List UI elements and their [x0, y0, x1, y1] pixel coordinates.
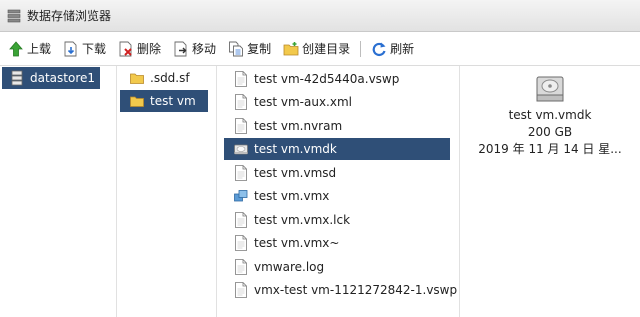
folder-column: .sdd.sf test vm: [117, 66, 217, 317]
folder-item[interactable]: test vm: [120, 90, 208, 112]
folder-icon: [130, 73, 144, 84]
detail-date: 2019 年 11 月 14 日 星...: [478, 142, 622, 156]
folder-label: test vm: [150, 94, 196, 108]
folder-label: .sdd.sf: [150, 71, 190, 85]
datastore-column: datastore1: [0, 66, 117, 317]
datastore-browser-icon: [7, 9, 21, 22]
file-icon: [235, 94, 247, 110]
file-item[interactable]: vmware.log: [224, 256, 450, 278]
detail-panel: test vm.vmdk 200 GB 2019 年 11 月 14 日 星..…: [460, 66, 640, 317]
file-label: test vm.vmx~: [254, 236, 340, 250]
file-icon: [235, 258, 247, 275]
file-label: vmware.log: [254, 259, 325, 274]
disk-icon: [234, 144, 248, 155]
file-item[interactable]: test vm-42d5440a.vswp: [224, 68, 450, 90]
file-item[interactable]: test vm-aux.xml: [224, 91, 450, 113]
file-icon: [235, 70, 247, 87]
file-item[interactable]: test vm.nvram: [224, 115, 450, 137]
title-bar: 数据存储浏览器: [0, 0, 640, 32]
datastore-icon: [11, 70, 23, 86]
file-label: vmx-test vm-1121272842-1.vswp: [254, 283, 458, 297]
disk-icon: [536, 76, 564, 102]
file-icon: [235, 211, 247, 228]
copy-button[interactable]: 复制: [228, 40, 271, 57]
delete-button[interactable]: 删除: [118, 40, 161, 57]
file-item[interactable]: vmx-test vm-1121272842-1.vswp: [224, 279, 457, 301]
toolbar: 上载 下载 删除 移动 复制 创建目录 刷新: [0, 32, 640, 66]
folder-icon: [130, 96, 144, 107]
file-label: test vm.vmdk: [254, 142, 337, 156]
datastore-item[interactable]: datastore1: [2, 67, 100, 89]
refresh-button[interactable]: 刷新: [371, 40, 414, 57]
file-icon: [235, 235, 247, 251]
datastore-label: datastore1: [30, 71, 96, 85]
file-label: test vm.vmx: [254, 189, 330, 203]
detail-name: test vm.vmdk: [508, 108, 592, 122]
file-icon: [235, 164, 247, 181]
copy-label: 复制: [247, 42, 272, 56]
create-directory-button[interactable]: 创建目录: [283, 40, 350, 57]
file-item[interactable]: test vm.vmx: [224, 185, 450, 207]
refresh-icon: [372, 42, 386, 56]
create-directory-label: 创建目录: [302, 42, 351, 56]
upload-button[interactable]: 上载: [8, 40, 51, 57]
file-item[interactable]: test vm.vmsd: [224, 162, 450, 184]
delete-icon: [119, 41, 132, 56]
refresh-label: 刷新: [390, 42, 415, 56]
upload-icon: [9, 40, 23, 56]
file-icon: [235, 282, 247, 298]
download-icon: [64, 41, 77, 56]
file-label: test vm.vmsd: [254, 165, 337, 180]
file-item[interactable]: test vm.vmx.lck: [224, 209, 450, 231]
folder-item[interactable]: .sdd.sf: [120, 67, 208, 89]
move-button[interactable]: 移动: [173, 40, 216, 57]
window-title: 数据存储浏览器: [27, 9, 112, 23]
download-label: 下载: [82, 42, 107, 56]
toolbar-divider: [360, 40, 362, 57]
upload-label: 上载: [27, 42, 52, 56]
vm-icon: [234, 190, 248, 202]
new-folder-icon: [283, 41, 299, 55]
file-icon: [235, 117, 247, 134]
file-item[interactable]: test vm.vmx~: [224, 232, 450, 254]
file-label: test vm.nvram: [254, 118, 343, 133]
copy-icon: [229, 41, 244, 56]
file-label: test vm-aux.xml: [254, 95, 352, 109]
browser-columns: datastore1 .sdd.sf test vm test vm-42d54…: [0, 66, 640, 317]
file-item[interactable]: test vm.vmdk: [224, 138, 450, 160]
file-column: test vm-42d5440a.vswp test vm-aux.xml test…: [217, 66, 460, 317]
move-icon: [174, 41, 187, 56]
file-label: test vm-42d5440a.vswp: [254, 71, 400, 86]
download-button[interactable]: 下载: [63, 40, 106, 57]
move-label: 移动: [192, 42, 217, 56]
file-label: test vm.vmx.lck: [254, 212, 351, 227]
delete-label: 删除: [137, 42, 162, 56]
detail-size: 200 GB: [527, 125, 573, 139]
